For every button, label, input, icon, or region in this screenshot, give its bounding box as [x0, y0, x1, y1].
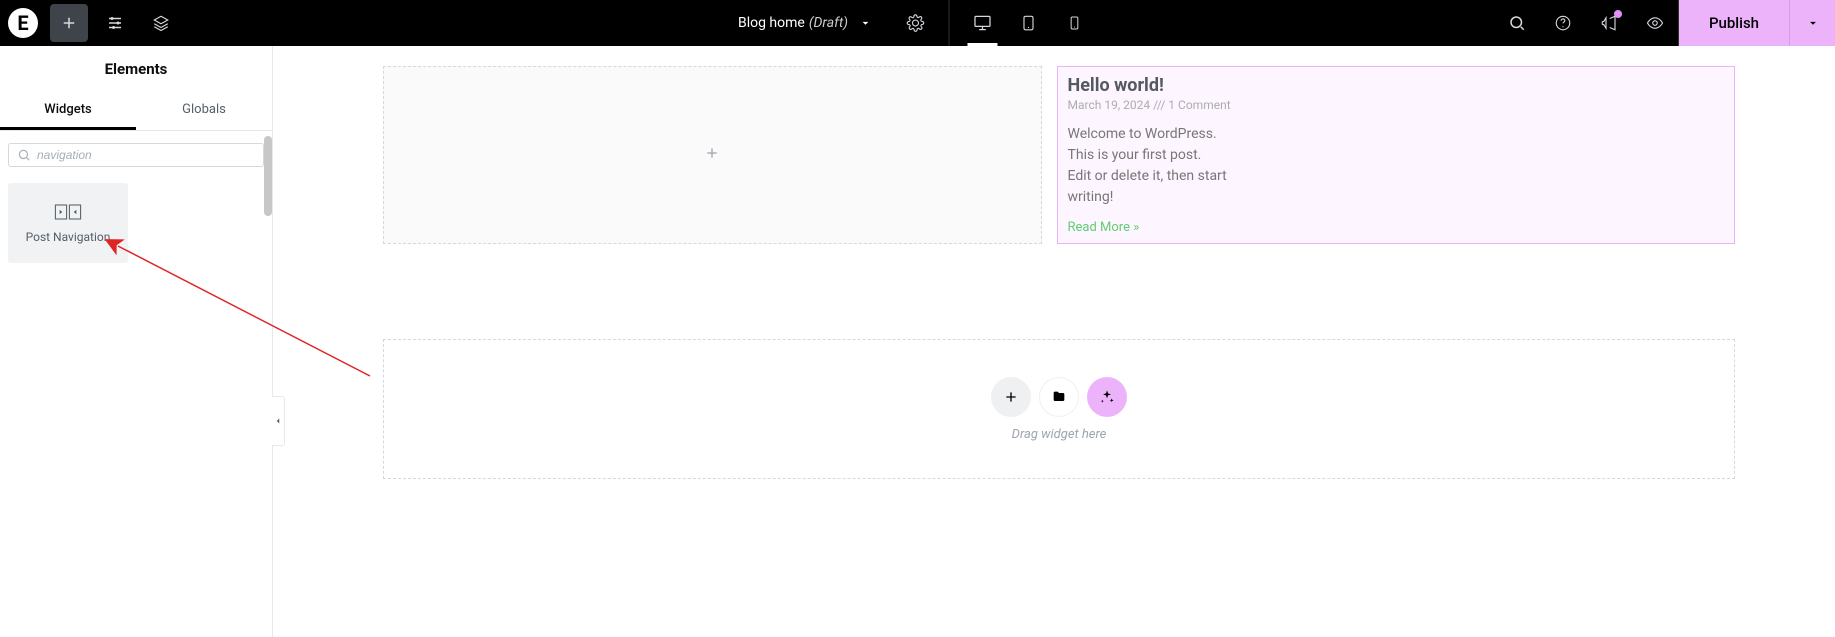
widget-post-navigation[interactable]: Post Navigation [8, 183, 128, 263]
search-icon [17, 148, 31, 162]
topbar: E Blog home (Draft) [0, 0, 1835, 46]
whats-new-button[interactable] [1586, 0, 1632, 46]
document-status: (Draft) [809, 15, 848, 31]
layers-icon [152, 14, 170, 32]
plus-icon [60, 14, 78, 32]
tab-globals[interactable]: Globals [136, 92, 272, 130]
document-name: Blog home [738, 15, 805, 31]
chevron-down-icon [858, 16, 872, 30]
post-preview-card[interactable]: Hello world! March 19, 2024 /// 1 Commen… [1057, 66, 1736, 244]
tab-widgets[interactable]: Widgets [0, 92, 136, 130]
widget-label: Post Navigation [26, 230, 111, 244]
plus-icon [704, 145, 720, 166]
drop-section[interactable]: Drag widget here [383, 339, 1735, 479]
search-wrap [0, 131, 272, 179]
plus-icon [1003, 389, 1019, 405]
responsive-device-group [959, 0, 1097, 46]
help-icon [1554, 14, 1572, 32]
publish-label: Publish [1709, 14, 1759, 32]
post-meta: March 19, 2024 /// 1 Comment [1068, 98, 1725, 112]
panel-scrollbar[interactable] [264, 136, 272, 216]
add-element-button[interactable] [50, 4, 88, 42]
widget-search-input[interactable] [37, 148, 255, 162]
mobile-device-button[interactable] [1051, 0, 1097, 46]
document-title[interactable]: Blog home (Draft) [738, 15, 872, 31]
post-title: Hello world! [1068, 75, 1725, 96]
editor-canvas: Hello world! March 19, 2024 /// 1 Commen… [273, 46, 1835, 637]
sparkle-icon [1099, 389, 1115, 405]
widget-results: Post Navigation [0, 179, 272, 267]
ai-button[interactable] [1087, 377, 1127, 417]
chevron-down-icon [1806, 16, 1820, 30]
drop-hint: Drag widget here [1012, 427, 1107, 442]
topbar-left: E [0, 0, 184, 46]
notification-dot [1614, 10, 1622, 18]
mobile-icon [1066, 15, 1082, 31]
page-settings-button[interactable] [892, 0, 938, 46]
folder-icon [1051, 389, 1067, 405]
eye-icon [1646, 14, 1664, 32]
tablet-icon [1019, 14, 1037, 32]
post-excerpt: Welcome to WordPress. This is your first… [1068, 124, 1228, 208]
tablet-device-button[interactable] [1005, 0, 1051, 46]
post-navigation-icon [54, 202, 82, 222]
gear-icon [906, 14, 924, 32]
empty-column[interactable] [383, 66, 1042, 244]
widget-search-box[interactable] [8, 143, 264, 167]
topbar-center: Blog home (Draft) [738, 0, 1097, 46]
panel-tabs: Widgets Globals [0, 92, 272, 131]
help-button[interactable] [1540, 0, 1586, 46]
add-section-button[interactable] [991, 377, 1031, 417]
finder-button[interactable] [1494, 0, 1540, 46]
elementor-logo-button[interactable]: E [0, 0, 46, 46]
preview-button[interactable] [1632, 0, 1678, 46]
structure-button[interactable] [138, 0, 184, 46]
search-icon [1508, 14, 1526, 32]
separator [948, 0, 949, 46]
canvas-row-1: Hello world! March 19, 2024 /// 1 Commen… [383, 66, 1735, 244]
elementor-logo-icon: E [8, 8, 38, 38]
topbar-right: Publish [1494, 0, 1835, 46]
panel-title: Elements [0, 46, 272, 92]
sliders-icon [106, 14, 124, 32]
desktop-icon [972, 13, 992, 33]
elements-panel: Elements Widgets Globals Post Navigation [0, 46, 273, 637]
site-settings-button[interactable] [92, 0, 138, 46]
desktop-device-button[interactable] [959, 0, 1005, 46]
drop-section-buttons [991, 377, 1127, 417]
publish-button[interactable]: Publish [1679, 0, 1789, 46]
publish-options-button[interactable] [1789, 0, 1835, 46]
add-template-button[interactable] [1039, 377, 1079, 417]
read-more-link[interactable]: Read More » [1068, 220, 1725, 235]
